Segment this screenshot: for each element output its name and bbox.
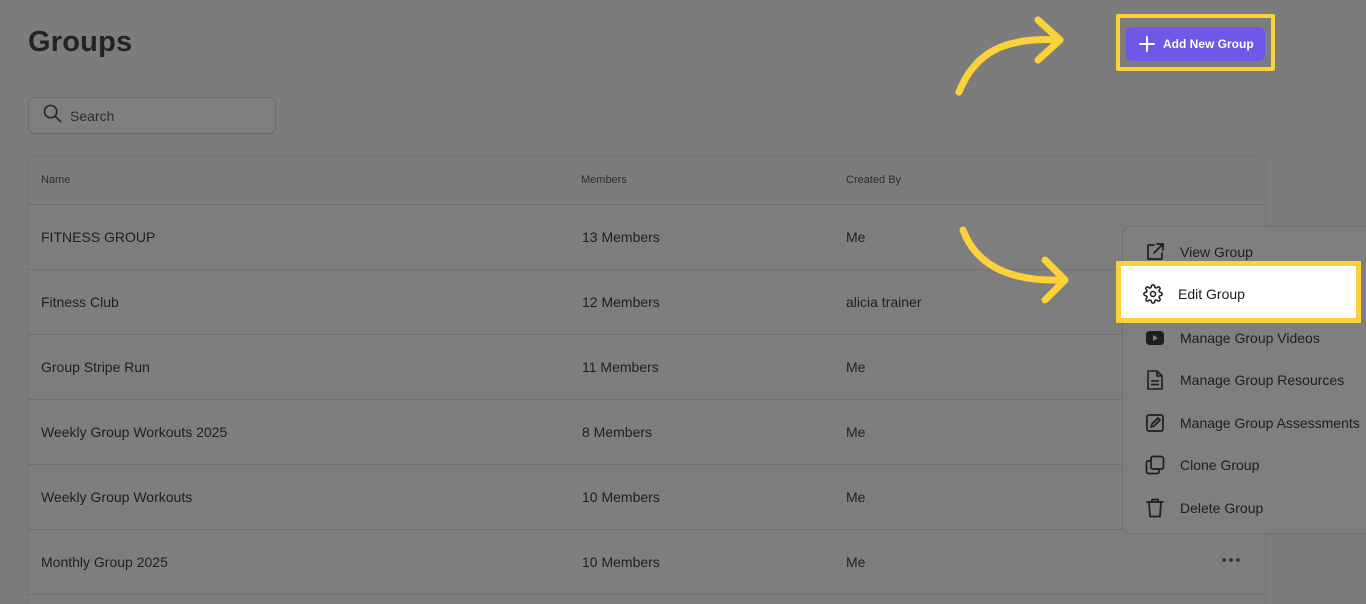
table-row[interactable]: Weekly Group Workouts 10 Members Me bbox=[28, 465, 1265, 530]
group-members: 11 Members bbox=[582, 359, 659, 375]
table-row[interactable]: Monthly Group 2025 10 Members Me bbox=[28, 530, 1265, 595]
menu-item-label: Edit Group bbox=[1178, 286, 1245, 302]
group-name[interactable]: Group Stripe Run bbox=[41, 359, 150, 375]
group-name[interactable]: Fitness Club bbox=[41, 294, 119, 310]
document-icon bbox=[1145, 370, 1165, 390]
menu-item-manage-group-assessments[interactable]: Manage Group Assessments bbox=[1123, 403, 1366, 443]
group-created-by: Me bbox=[846, 489, 866, 505]
groups-table: Name Members Created By FITNESS GROUP 13… bbox=[27, 155, 1266, 604]
search-box[interactable] bbox=[28, 97, 276, 134]
add-new-group-label: Add New Group bbox=[1163, 37, 1254, 51]
pointer-arrow-icon bbox=[959, 226, 1069, 304]
menu-item-label: Manage Group Assessments bbox=[1180, 415, 1360, 431]
pointer-arrow-icon bbox=[955, 16, 1064, 96]
menu-item-label: Clone Group bbox=[1180, 457, 1260, 473]
search-input[interactable] bbox=[70, 107, 260, 124]
gear-icon bbox=[1143, 284, 1163, 304]
plus-icon bbox=[1139, 36, 1155, 52]
column-header-name[interactable]: Name bbox=[41, 174, 70, 186]
table-row[interactable]: Group Stripe Run 11 Members Me bbox=[28, 335, 1265, 400]
group-members: 13 Members bbox=[582, 229, 660, 245]
youtube-icon bbox=[1145, 328, 1165, 348]
group-created-by: Me bbox=[846, 554, 866, 570]
group-created-by: Me bbox=[846, 424, 866, 440]
trash-icon bbox=[1145, 498, 1165, 518]
group-members: 10 Members bbox=[582, 489, 660, 505]
group-members: 8 Members bbox=[582, 424, 653, 440]
table-row[interactable]: Weekly Group Workouts 2025 8 Members Me bbox=[28, 400, 1265, 465]
group-created-by: Me bbox=[846, 229, 866, 245]
menu-item-manage-group-resources[interactable]: Manage Group Resources bbox=[1123, 360, 1366, 400]
menu-item-label: View Group bbox=[1180, 244, 1253, 260]
group-name[interactable]: Monthly Group 2025 bbox=[41, 554, 168, 570]
page-title: Groups bbox=[28, 26, 133, 58]
copy-icon bbox=[1145, 455, 1165, 475]
menu-item-clone-group[interactable]: Clone Group bbox=[1123, 445, 1366, 485]
group-name[interactable]: Weekly Group Workouts bbox=[41, 489, 192, 505]
group-name[interactable]: Weekly Group Workouts 2025 bbox=[41, 424, 227, 440]
group-name[interactable]: FITNESS GROUP bbox=[41, 229, 155, 245]
menu-item-manage-group-videos[interactable]: Manage Group Videos bbox=[1123, 318, 1366, 358]
column-header-created-by[interactable]: Created By bbox=[846, 174, 901, 186]
table-header: Name Members Created By bbox=[28, 156, 1265, 205]
group-members: 10 Members bbox=[582, 554, 660, 570]
group-created-by: alicia trainer bbox=[846, 294, 922, 310]
group-members: 12 Members bbox=[582, 294, 660, 310]
group-created-by: Me bbox=[846, 359, 866, 375]
table-row[interactable]: Fitness Club 12 Members alicia trainer bbox=[28, 270, 1265, 335]
column-header-members[interactable]: Members bbox=[581, 174, 627, 186]
assessment-icon bbox=[1145, 413, 1165, 433]
table-row[interactable]: FITNESS GROUP 13 Members Me bbox=[28, 205, 1265, 270]
more-options-icon[interactable] bbox=[1219, 550, 1243, 570]
search-icon bbox=[43, 104, 62, 128]
menu-item-label: Manage Group Resources bbox=[1180, 372, 1345, 388]
external-link-icon bbox=[1145, 242, 1165, 262]
menu-item-edit-group[interactable]: Edit Group bbox=[1121, 274, 1351, 314]
menu-item-delete-group[interactable]: Delete Group bbox=[1123, 488, 1366, 528]
menu-item-label: Manage Group Videos bbox=[1180, 330, 1320, 346]
menu-item-label: Delete Group bbox=[1180, 500, 1264, 516]
add-new-group-button[interactable]: Add New Group bbox=[1126, 27, 1265, 61]
